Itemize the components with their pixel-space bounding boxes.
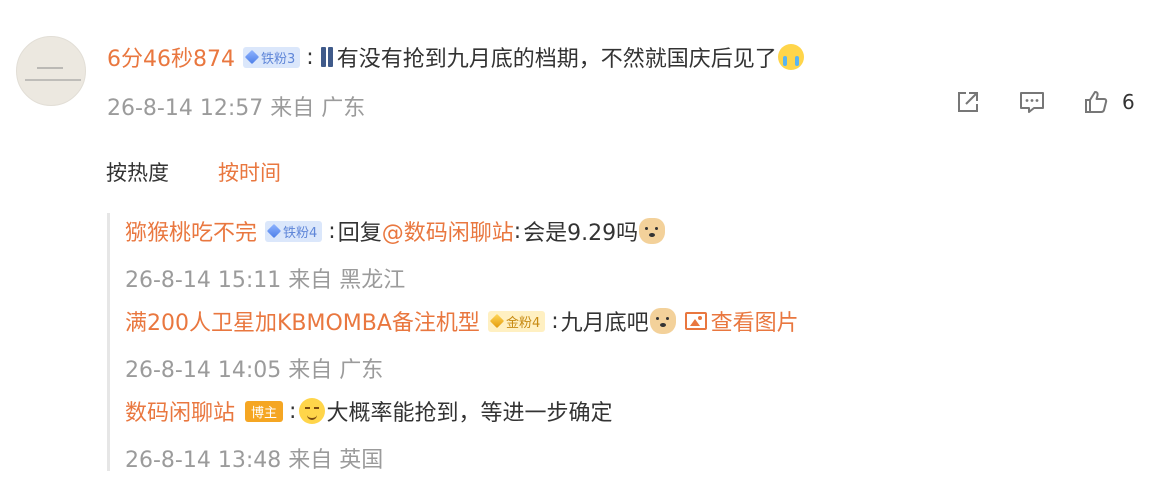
reply-item: 猕猴桃吃不完 铁粉4 : 回复 @数码闲聊站 : 会是9.29吗 xyxy=(125,214,666,248)
sort-by-hot-tab[interactable]: 按热度 xyxy=(106,157,169,187)
view-image-link[interactable]: 查看图片 xyxy=(684,305,799,337)
fan-badge-label: 铁粉4 xyxy=(283,225,318,241)
crying-emoji-icon xyxy=(777,44,804,70)
reply-item: 满200人卫星加KBMOMBA备注机型 金粉4 : 九月底吧 查看图片 xyxy=(125,304,799,338)
like-count: 6 xyxy=(1122,90,1135,114)
sort-by-time-tab[interactable]: 按时间 xyxy=(218,157,281,187)
fan-badge-label: 金粉4 xyxy=(505,315,541,331)
reply-text: 大概率能抢到，等进一步确定 xyxy=(326,401,613,426)
share-icon[interactable] xyxy=(954,88,982,116)
colon: : xyxy=(513,218,522,244)
comment-location: 来自 广东 xyxy=(270,96,366,121)
comment-line: 6分46秒874 铁粉3 : 有没有抢到九月底的档期，不然就国庆后见了 xyxy=(107,40,805,74)
smile-emoji-icon xyxy=(299,398,326,424)
reply-meta: 26-8-14 13:48 来自 英国 xyxy=(125,442,383,474)
comment-time: 26-8-14 12:57 xyxy=(107,96,264,121)
reply-thread-bar xyxy=(107,213,110,471)
reply-username[interactable]: 数码闲聊站 xyxy=(125,395,235,427)
reply-time: 26-8-14 13:48 xyxy=(125,448,282,473)
comment-meta: 26-8-14 12:57 来自 广东 xyxy=(107,90,365,122)
reply-meta: 26-8-14 14:05 来自 广东 xyxy=(125,352,383,384)
reply-time: 26-8-14 15:11 xyxy=(125,268,282,293)
colon: : xyxy=(306,44,314,70)
mention-link[interactable]: @数码闲聊站 xyxy=(382,215,514,247)
comment-icon[interactable] xyxy=(1018,88,1046,116)
doge-emoji-icon xyxy=(639,218,666,244)
pants-emoji-icon xyxy=(320,45,334,69)
reply-meta: 26-8-14 15:11 来自 黑龙江 xyxy=(125,262,405,294)
reply-location: 来自 广东 xyxy=(288,358,384,383)
reply-prefix: 回复 xyxy=(337,221,382,246)
doge-emoji-icon xyxy=(649,308,676,334)
image-icon xyxy=(684,312,707,330)
reply-location: 来自 英国 xyxy=(288,448,384,473)
fan-badge[interactable]: 金粉4 xyxy=(487,310,546,332)
view-image-label: 查看图片 xyxy=(710,311,799,336)
diamond-icon xyxy=(266,223,282,239)
colon: : xyxy=(328,218,336,244)
fan-badge[interactable]: 铁粉4 xyxy=(265,220,323,242)
fan-badge[interactable]: 铁粉3 xyxy=(242,46,301,68)
comment-text: 有没有抢到九月底的档期，不然就国庆后见了 xyxy=(336,47,777,72)
diamond-icon xyxy=(244,49,260,65)
avatar[interactable] xyxy=(16,36,86,106)
reply-username[interactable]: 满200人卫星加KBMOMBA备注机型 xyxy=(125,305,480,337)
reply-text: 九月底吧 xyxy=(560,311,649,336)
reply-item: 数码闲聊站 博主 : 大概率能抢到，等进一步确定 xyxy=(125,394,612,428)
reply-text: 会是9.29吗 xyxy=(523,221,639,246)
colon: : xyxy=(551,308,559,334)
host-badge: 博主 xyxy=(245,400,284,422)
fan-badge-label: 铁粉3 xyxy=(260,51,296,67)
like-icon[interactable] xyxy=(1082,88,1110,116)
reply-time: 26-8-14 14:05 xyxy=(125,358,282,383)
reply-location: 来自 黑龙江 xyxy=(288,268,406,293)
colon: : xyxy=(289,398,297,424)
comment-username[interactable]: 6分46秒874 xyxy=(107,41,235,73)
crown-icon xyxy=(489,313,505,329)
reply-username[interactable]: 猕猴桃吃不完 xyxy=(125,215,257,247)
